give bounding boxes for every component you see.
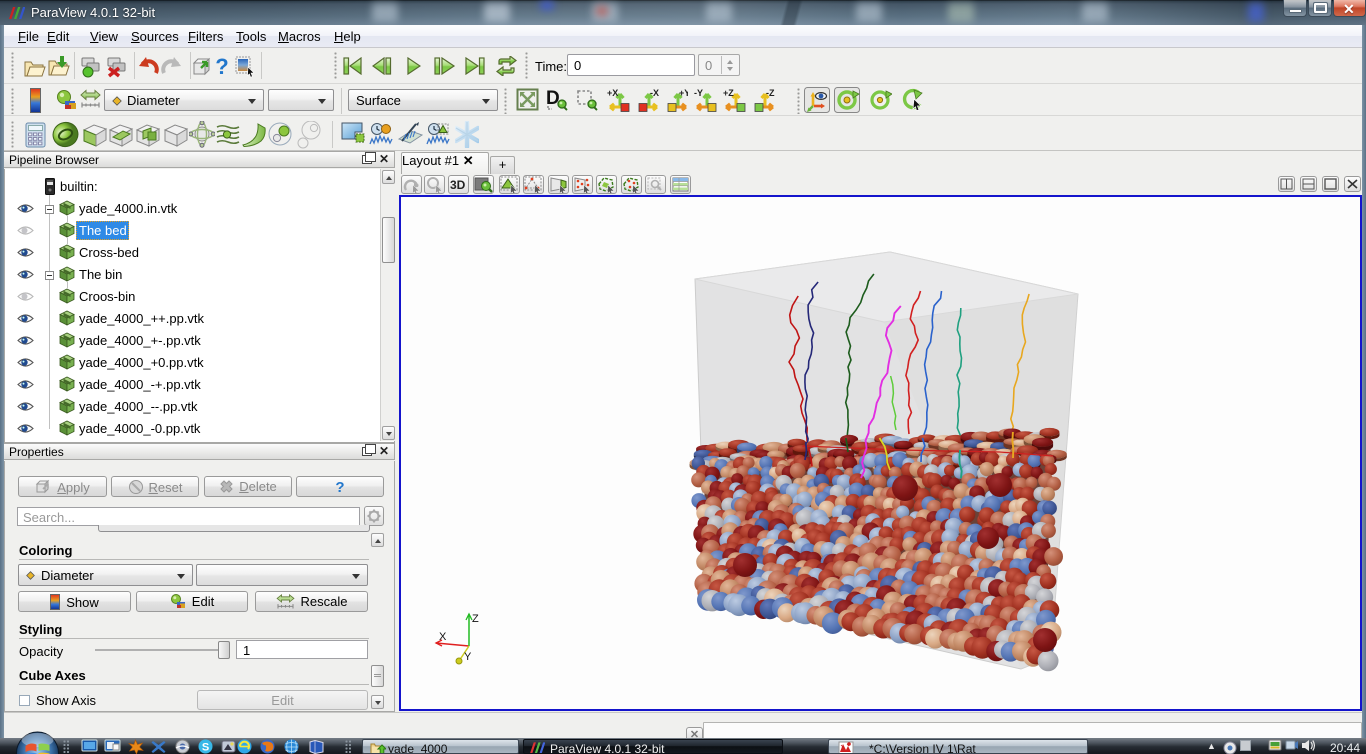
svg-text:-X: -X	[650, 88, 659, 98]
svg-text:-Z: -Z	[766, 88, 775, 98]
svg-text:Z: Z	[472, 613, 479, 625]
svg-text:-Y: -Y	[694, 88, 703, 98]
svg-text:Y: Y	[464, 651, 472, 663]
svg-text:+Z: +Z	[723, 88, 734, 98]
svg-text:S: S	[202, 742, 209, 754]
svg-text:+X: +X	[607, 88, 618, 98]
svg-text:?: ?	[215, 54, 228, 78]
svg-text:D: D	[546, 88, 560, 109]
svg-text:+Y: +Y	[679, 88, 688, 98]
svg-text:X: X	[439, 631, 447, 643]
